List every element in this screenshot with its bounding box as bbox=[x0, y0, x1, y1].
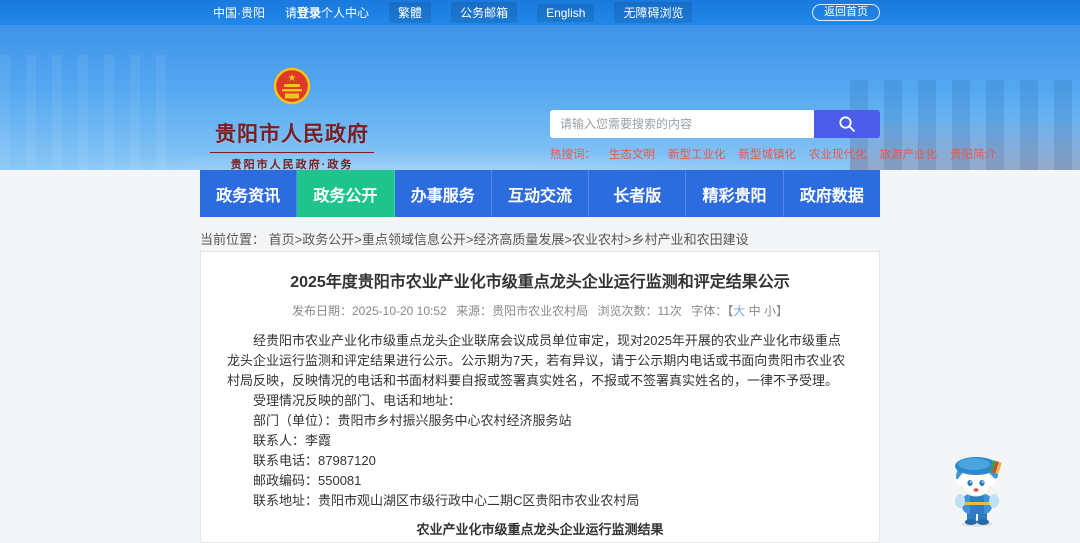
mascot-icon bbox=[955, 457, 1002, 527]
publish-date-label: 发布日期： bbox=[291, 304, 352, 318]
breadcrumb-path[interactable]: 首页>政务公开>重点领域信息公开>经济高质量发展>农业农村>乡村产业和农田建设 bbox=[269, 232, 749, 247]
svg-text:★: ★ bbox=[288, 73, 297, 84]
font-size-label: 字体： bbox=[691, 304, 728, 318]
paragraph-announcement: 经贵阳市农业产业化市级重点龙头企业联席会议成员单位审定，现对2025年开展的农业… bbox=[227, 333, 846, 388]
breadcrumb: 当前位置： 首页>政务公开>重点领域信息公开>经济高质量发展>农业农村>乡村产业… bbox=[200, 229, 749, 248]
nav-item-zhengfu-shuju[interactable]: 政府数据 bbox=[784, 170, 880, 217]
login-suffix: 个人中心 bbox=[321, 6, 370, 20]
nav-item-zhengwu-zixun[interactable]: 政务资讯 bbox=[200, 170, 298, 217]
views-value: 11次 bbox=[657, 304, 682, 318]
font-size-large-button[interactable]: 大 bbox=[733, 304, 745, 318]
hot-search-row: 热搜词： 生态文明 新型工业化 新型城镇化 农业现代化 旅游产业化 贵阳简介 bbox=[550, 146, 996, 162]
hot-word-3[interactable]: 新型城镇化 bbox=[739, 146, 797, 162]
hot-word-2[interactable]: 新型工业化 bbox=[668, 146, 726, 162]
hot-word-6[interactable]: 贵阳简介 bbox=[950, 146, 996, 162]
paragraph-department: 部门（单位）：贵阳市乡村振兴服务中心农村经济服务站 bbox=[253, 413, 572, 428]
views-label: 浏览次数： bbox=[597, 304, 658, 318]
nav-item-hudong-jiaoliu[interactable]: 互动交流 bbox=[492, 170, 590, 217]
nav-item-zhangzhe-ban[interactable]: 长者版 bbox=[589, 170, 687, 217]
paragraph-phone: 联系电话：87987120 bbox=[253, 453, 376, 468]
paragraph-contact-person: 联系人：李霞 bbox=[253, 433, 332, 448]
hot-word-4[interactable]: 农业现代化 bbox=[809, 146, 867, 162]
topbar-link-english[interactable]: English bbox=[537, 3, 595, 22]
main-navigation: 政务资讯 政务公开 办事服务 互动交流 长者版 精彩贵阳 政府数据 bbox=[200, 170, 880, 217]
font-size-small-button[interactable]: 小 bbox=[764, 304, 776, 318]
assistant-mascot-button[interactable] bbox=[948, 454, 1006, 528]
hot-word-5[interactable]: 旅游产业化 bbox=[880, 146, 938, 162]
source-label: 来源： bbox=[456, 304, 493, 318]
source-value: 贵阳市农业农村局 bbox=[492, 304, 589, 318]
topbar-login-link[interactable]: 请登录个人中心 bbox=[285, 4, 369, 21]
search-input[interactable] bbox=[550, 110, 814, 138]
article-meta: 发布日期：2025-10-20 10:52 来源：贵阳市农业农村局 浏览次数：1… bbox=[227, 302, 853, 319]
article-body: 经贵阳市农业产业化市级重点龙头企业联席会议成员单位审定，现对2025年开展的农业… bbox=[227, 331, 853, 511]
article-card: 2025年度贵阳市农业产业化市级重点龙头企业运行监测和评定结果公示 发布日期：2… bbox=[200, 251, 880, 543]
top-utility-bar: 中国·贵阳 请登录个人中心 繁體 公务邮箱 English 无障碍浏览 返回首页 bbox=[0, 0, 1080, 25]
nav-item-zhengwu-gongkai[interactable]: 政务公开 bbox=[297, 170, 395, 217]
topbar-link-official-mail[interactable]: 公务邮箱 bbox=[451, 2, 518, 23]
table-caption: 农业产业化市级重点龙头企业运行监测结果 bbox=[416, 522, 664, 537]
site-subtitle: 贵阳市人民政府·政务 bbox=[210, 152, 374, 170]
site-header: ★ 贵阳市人民政府 贵阳市人民政府·政务 www.guiyang.gov.cn … bbox=[0, 25, 1080, 170]
topbar-link-traditional[interactable]: 繁體 bbox=[389, 2, 432, 23]
site-name: 贵阳市人民政府 bbox=[215, 123, 369, 146]
font-size-medium-button[interactable]: 中 bbox=[749, 304, 761, 318]
paragraph-address: 联系地址：贵阳市观山湖区市级行政中心二期C区贵阳市农业农村局 bbox=[253, 493, 640, 508]
nav-item-banshi-fuwu[interactable]: 办事服务 bbox=[395, 170, 492, 217]
breadcrumb-label: 当前位置： bbox=[200, 232, 266, 247]
site-logo[interactable]: ★ 贵阳市人民政府 贵阳市人民政府·政务 www.guiyang.gov.cn bbox=[210, 65, 374, 170]
national-emblem-icon: ★ bbox=[273, 67, 311, 105]
publish-date: 2025-10-20 10:52 bbox=[351, 304, 447, 318]
login-prefix: 请 bbox=[285, 6, 298, 20]
article-title: 2025年度贵阳市农业产业化市级重点龙头企业运行监测和评定结果公示 bbox=[290, 274, 790, 291]
bracket-close: 】 bbox=[776, 304, 789, 318]
login-bold: 登录 bbox=[297, 6, 322, 20]
search-area: 热搜词： 生态文明 新型工业化 新型城镇化 农业现代化 旅游产业化 贵阳简介 bbox=[550, 110, 996, 162]
paragraph-postcode: 邮政编码：550081 bbox=[253, 473, 362, 488]
topbar-link-region[interactable]: 中国·贵阳 bbox=[213, 4, 265, 21]
paragraph-contact-intro: 受理情况反映的部门、电话和地址： bbox=[253, 393, 462, 408]
topbar-link-accessibility[interactable]: 无障碍浏览 bbox=[614, 2, 693, 23]
search-icon bbox=[839, 116, 855, 132]
hot-search-label: 热搜词： bbox=[550, 149, 596, 161]
nav-item-jingcai-guiyang[interactable]: 精彩贵阳 bbox=[686, 170, 784, 217]
hot-word-1[interactable]: 生态文明 bbox=[609, 146, 655, 162]
back-home-button[interactable]: 返回首页 bbox=[812, 4, 880, 21]
search-button[interactable] bbox=[814, 110, 880, 138]
